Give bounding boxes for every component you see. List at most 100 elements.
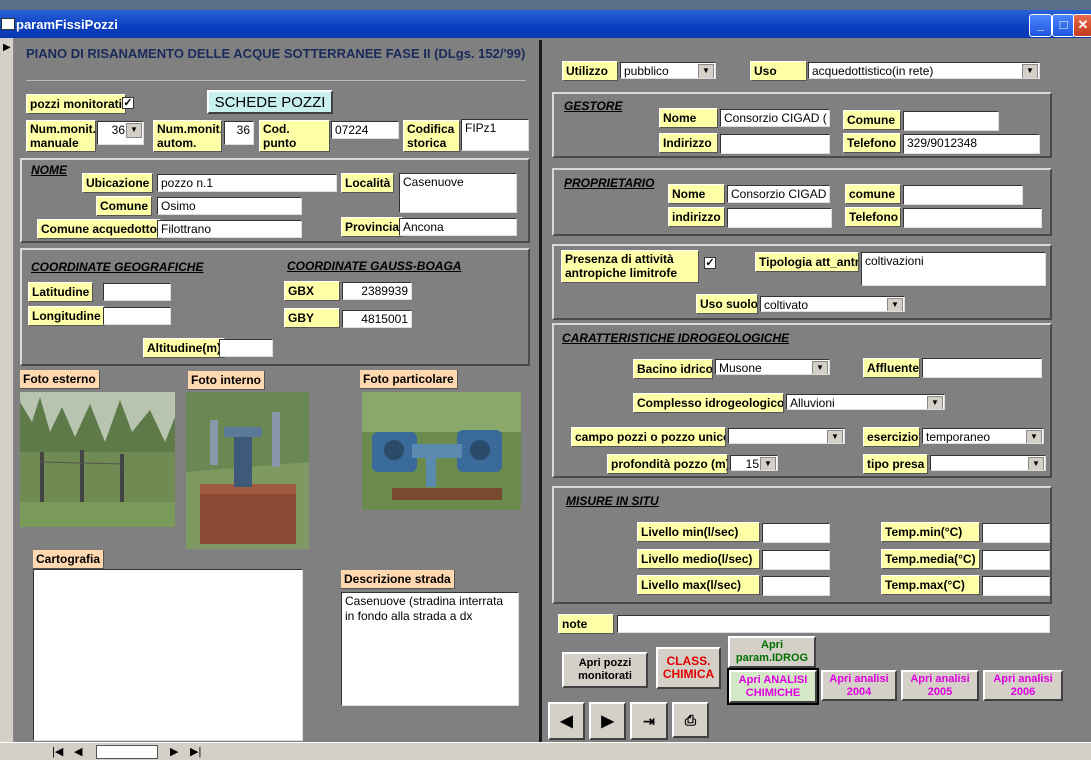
gestore-nome-field[interactable]: Consorzio CIGAD (: [720, 109, 830, 127]
bacino-combo[interactable]: Musone ▼: [715, 359, 830, 375]
temp-min-field[interactable]: [982, 523, 1050, 543]
cod-punto-field[interactable]: 07224: [331, 121, 399, 139]
proprietario-title: PROPRIETARIO: [564, 176, 655, 190]
descrizione-strada-field[interactable]: Casenuove (stradina interrata in fondo a…: [341, 592, 519, 706]
comune-field[interactable]: Osimo: [157, 197, 302, 215]
profondita-label: profondità pozzo (m): [607, 454, 728, 474]
chevron-down-icon[interactable]: ▼: [1028, 457, 1044, 470]
proprietario-indirizzo-field[interactable]: [727, 208, 832, 228]
temp-media-label: Temp.media(°C): [881, 549, 980, 569]
gestore-telefono-field[interactable]: 329/9012348: [903, 134, 1040, 154]
apri-analisi-2004-button[interactable]: Apri analisi 2004: [821, 670, 897, 701]
proprietario-indirizzo-label: indirizzo: [668, 207, 725, 227]
ubicazione-field[interactable]: pozzo n.1: [157, 174, 337, 192]
chevron-down-icon[interactable]: ▼: [927, 396, 943, 409]
schede-pozzi-button[interactable]: SCHEDE POZZI: [207, 90, 333, 114]
chevron-down-icon[interactable]: ▼: [887, 298, 903, 311]
chevron-down-icon[interactable]: ▼: [760, 457, 776, 470]
tipologia-field[interactable]: coltivazioni: [861, 252, 1046, 286]
next-record-nav-icon[interactable]: ▶: [170, 745, 178, 758]
uso-combo[interactable]: acquedottistico(in rete) ▼: [808, 62, 1040, 79]
record-number-field[interactable]: [96, 745, 158, 759]
campo-pozzi-combo[interactable]: ▼: [728, 428, 845, 444]
chevron-down-icon[interactable]: ▼: [1022, 64, 1038, 78]
proprietario-comune-field[interactable]: [903, 185, 1023, 205]
class-chimica-button[interactable]: CLASS. CHIMICA: [656, 647, 721, 689]
temp-media-field[interactable]: [982, 550, 1050, 570]
provincia-field[interactable]: Ancona: [399, 218, 517, 236]
temp-max-field[interactable]: [982, 576, 1050, 596]
next-record-icon[interactable]: ▶: [589, 702, 626, 740]
pozzi-monitorati-checkbox[interactable]: ✓: [122, 97, 134, 109]
chevron-down-icon[interactable]: ▼: [126, 123, 142, 138]
esercizio-combo[interactable]: temporaneo ▼: [922, 428, 1044, 444]
exit-door-icon[interactable]: ⇥: [630, 702, 668, 740]
tipo-presa-combo[interactable]: ▼: [930, 455, 1046, 471]
livello-medio-field[interactable]: [762, 550, 830, 570]
latitudine-field[interactable]: [103, 283, 171, 301]
gestore-comune-field[interactable]: [903, 111, 999, 131]
presenza-attivita-checkbox[interactable]: ✓: [704, 257, 716, 269]
gby-field[interactable]: 4815001: [342, 310, 412, 328]
codifica-label: Codifica storica: [403, 120, 460, 152]
form-icon: [1, 18, 15, 30]
chevron-down-icon[interactable]: ▼: [1026, 430, 1042, 443]
window-titlebar[interactable]: paramFissiPozzi _ □ ✕: [0, 10, 1091, 38]
esercizio-value: temporaneo: [926, 430, 991, 444]
livello-min-field[interactable]: [762, 523, 830, 543]
foto-particolare-label: Foto particolare: [360, 370, 458, 389]
apri-analisi-2006-button[interactable]: Apri analisi 2006: [983, 670, 1063, 701]
num-monit-manuale-combo[interactable]: 36 ▼: [97, 121, 144, 145]
previous-record-icon[interactable]: ◀: [548, 702, 585, 740]
temp-max-label: Temp.max(°C): [881, 575, 980, 595]
num-monit-autom-field[interactable]: 36: [224, 121, 254, 145]
utilizzo-combo[interactable]: pubblico ▼: [620, 62, 716, 79]
altitudine-field[interactable]: [219, 339, 273, 357]
record-selector[interactable]: ▶: [0, 38, 14, 742]
cartografia-field[interactable]: [33, 569, 303, 741]
nome-title: NOME: [31, 163, 67, 177]
desktop-strip: [0, 0, 1091, 10]
proprietario-nome-field[interactable]: Consorzio CIGAD: [727, 185, 830, 203]
profondita-combo[interactable]: 15 ▼: [730, 455, 778, 471]
chevron-down-icon[interactable]: ▼: [812, 361, 828, 374]
foto-particolare-image[interactable]: [362, 392, 521, 510]
foto-interno-image[interactable]: [186, 392, 309, 549]
record-arrow-icon: ▶: [3, 42, 11, 53]
chevron-down-icon[interactable]: ▼: [698, 64, 714, 78]
comune-acquedotto-field[interactable]: Filottrano: [157, 220, 302, 238]
idrogeologiche-title: CARATTERISTICHE IDROGEOLOGICHE: [562, 331, 790, 345]
gestore-indirizzo-label: Indirizzo: [659, 133, 718, 153]
maximize-icon[interactable]: □: [1052, 14, 1075, 37]
misure-title: MISURE IN SITU: [566, 494, 659, 508]
localita-field[interactable]: Casenuove: [399, 173, 517, 213]
note-field[interactable]: [617, 615, 1050, 633]
last-record-icon[interactable]: ▶|: [190, 745, 201, 758]
complesso-combo[interactable]: Alluvioni ▼: [786, 394, 945, 410]
temp-min-label: Temp.min(°C): [881, 522, 980, 542]
first-record-icon[interactable]: |◀: [52, 745, 63, 758]
apri-analisi-2005-button[interactable]: Apri analisi 2005: [901, 670, 979, 701]
profondita-value: 15: [745, 457, 759, 471]
presenza-attivita-label: Presenza di attività antropiche limitrof…: [561, 250, 699, 283]
proprietario-telefono-field[interactable]: [903, 208, 1042, 228]
minimize-icon[interactable]: _: [1029, 14, 1052, 37]
livello-max-field[interactable]: [762, 576, 830, 596]
close-icon[interactable]: ✕: [1073, 14, 1091, 37]
utilizzo-label: Utilizzo: [562, 61, 618, 81]
gestore-indirizzo-field[interactable]: [720, 134, 830, 154]
foto-esterno-image[interactable]: [20, 392, 175, 527]
gbx-field[interactable]: 2389939: [342, 282, 412, 300]
apri-analisi-chimiche-button[interactable]: Apri ANALISI CHIMICHE: [727, 668, 819, 705]
title-rule: [26, 80, 526, 81]
apri-param-idrog-button[interactable]: Apri param.IDROG: [728, 636, 816, 668]
chevron-down-icon[interactable]: ▼: [827, 430, 843, 443]
prev-record-nav-icon[interactable]: ◀: [74, 745, 82, 758]
print-icon[interactable]: ⎙: [672, 702, 709, 738]
codifica-field[interactable]: FIPz1: [461, 119, 529, 151]
uso-suolo-combo[interactable]: coltivato ▼: [760, 296, 905, 312]
affluente-field[interactable]: [922, 358, 1042, 378]
longitudine-field[interactable]: [103, 307, 171, 325]
foto-interno-label: Foto interno: [188, 371, 265, 390]
apri-pozzi-button[interactable]: Apri pozzi monitorati: [562, 652, 648, 688]
